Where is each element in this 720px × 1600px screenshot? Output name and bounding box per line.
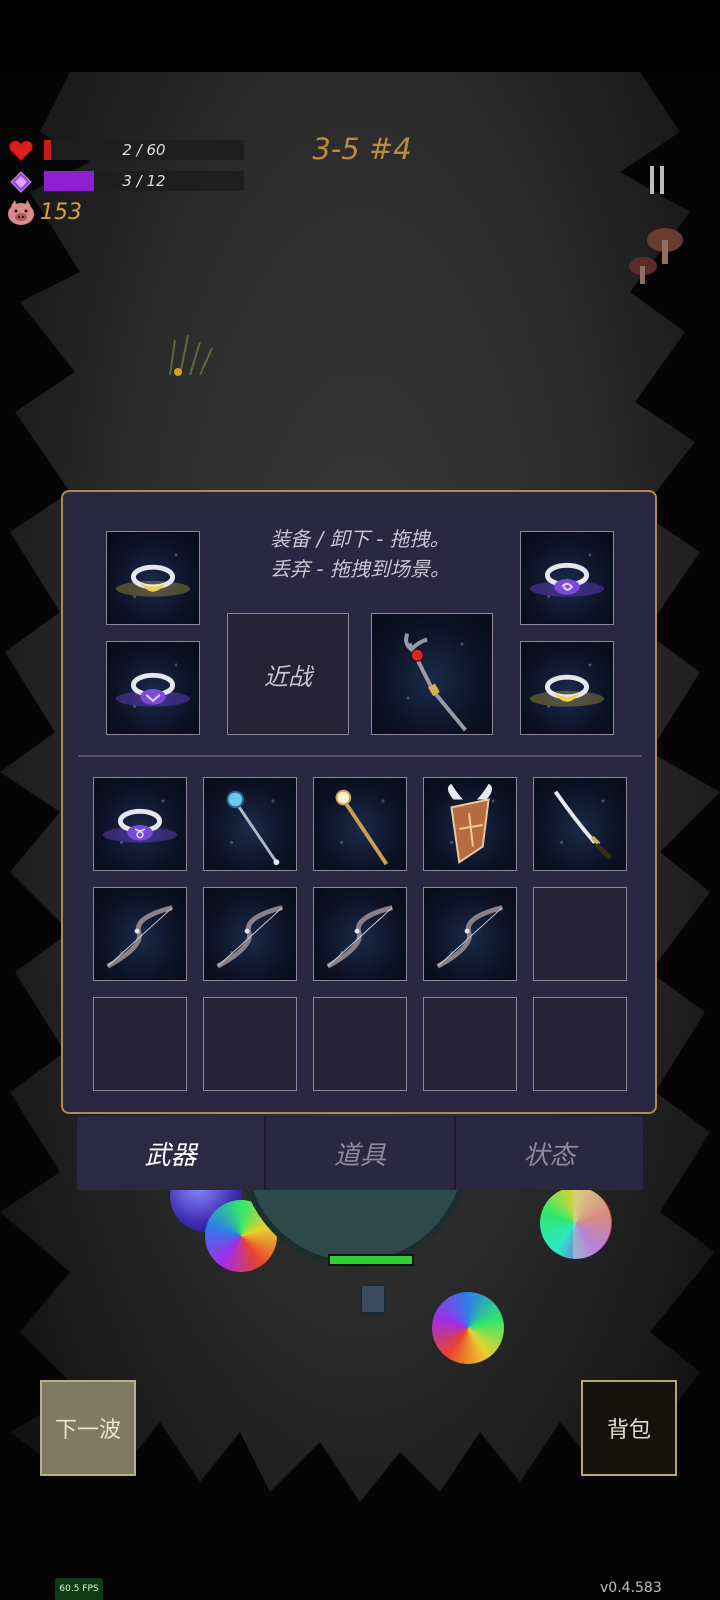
bag-slot-6[interactable]	[93, 887, 187, 981]
hp-row: 2 / 60	[8, 140, 248, 162]
bag-slot-3[interactable]	[313, 777, 407, 871]
equip-slot-ring-top-left[interactable]	[106, 531, 200, 625]
mana-row: 3 / 12	[8, 171, 248, 193]
ice-mace-staff-icon	[226, 790, 280, 866]
mana-text: 3 / 12	[122, 172, 166, 190]
bag-slot-4[interactable]	[423, 777, 517, 871]
bag-slot-12[interactable]	[203, 997, 297, 1091]
version-label: v0.4.583	[600, 1580, 662, 1596]
bag-slot-7[interactable]	[203, 887, 297, 981]
equip-slot-ring-bottom-left[interactable]	[106, 641, 200, 735]
player-character	[360, 1284, 386, 1314]
bag-slot-5[interactable]	[533, 777, 627, 871]
purple-ring-icon	[115, 672, 191, 707]
mushroom-cluster	[629, 228, 683, 284]
tab-weapons[interactable]: 武器	[77, 1116, 267, 1190]
coin-count: 153	[40, 200, 82, 225]
winged-shield-icon	[447, 783, 493, 864]
equip-slot-melee[interactable]: 近战	[227, 613, 349, 735]
hp-bar: 2 / 60	[44, 140, 244, 160]
tab-items[interactable]: 道具	[266, 1116, 456, 1190]
inventory-tabs: 武器 道具 状态	[77, 1116, 643, 1190]
gold-ring-icon	[529, 674, 605, 707]
hp-text: 2 / 60	[122, 141, 166, 159]
katana-icon	[553, 790, 613, 860]
melee-slot-label: 近战	[264, 662, 312, 691]
pause-icon	[650, 166, 654, 194]
golden-staff-icon	[335, 789, 389, 866]
inventory-divider	[78, 755, 642, 757]
spiral-ring-icon	[529, 562, 605, 597]
bow-icon	[436, 905, 503, 969]
taurus-ring-icon	[102, 808, 178, 843]
tab-status[interactable]: 状态	[455, 1116, 643, 1190]
wave-indicator: 3-5 #4	[312, 132, 412, 166]
bag-slot-14[interactable]	[423, 997, 517, 1091]
bag-slot-13[interactable]	[313, 997, 407, 1091]
heart-icon	[8, 140, 34, 162]
bow-icon	[106, 905, 173, 969]
player-health-bar	[328, 1254, 414, 1266]
next-wave-button[interactable]: 下一波	[40, 1380, 136, 1476]
bag-button[interactable]: 背包	[581, 1380, 677, 1476]
gold-ring-icon	[115, 564, 191, 597]
bow-icon	[216, 905, 283, 969]
hint-equip: 装备 / 卸下 - 拖拽。	[270, 527, 450, 551]
inventory-hint: 装备 / 卸下 - 拖拽。 丢弃 - 拖拽到场景。	[230, 524, 490, 584]
bag-slot-10[interactable]	[533, 887, 627, 981]
bag-slot-8[interactable]	[313, 887, 407, 981]
pig-coin-icon	[8, 200, 34, 225]
mana-bar: 3 / 12	[44, 171, 244, 191]
bag-slot-15[interactable]	[533, 997, 627, 1091]
bag-slot-1[interactable]	[93, 777, 187, 871]
grass-tuft	[169, 334, 213, 376]
equip-slot-ring-bottom-right[interactable]	[520, 641, 614, 735]
bag-slot-9[interactable]	[423, 887, 517, 981]
equip-slot-ring-top-right[interactable]	[520, 531, 614, 625]
pause-icon-bar	[660, 166, 664, 194]
pause-button[interactable]	[648, 166, 668, 196]
orb-rainbow-bottom	[432, 1292, 504, 1364]
fps-counter: 60.5 FPS	[55, 1578, 103, 1600]
bag-slot-11[interactable]	[93, 997, 187, 1091]
bow-icon	[326, 905, 393, 969]
mana-crystal-icon	[10, 171, 32, 193]
hint-discard: 丢弃 - 拖拽到场景。	[270, 557, 450, 581]
bag-slot-2[interactable]	[203, 777, 297, 871]
staff-icon	[404, 632, 467, 732]
equip-slot-weapon[interactable]	[371, 613, 493, 735]
